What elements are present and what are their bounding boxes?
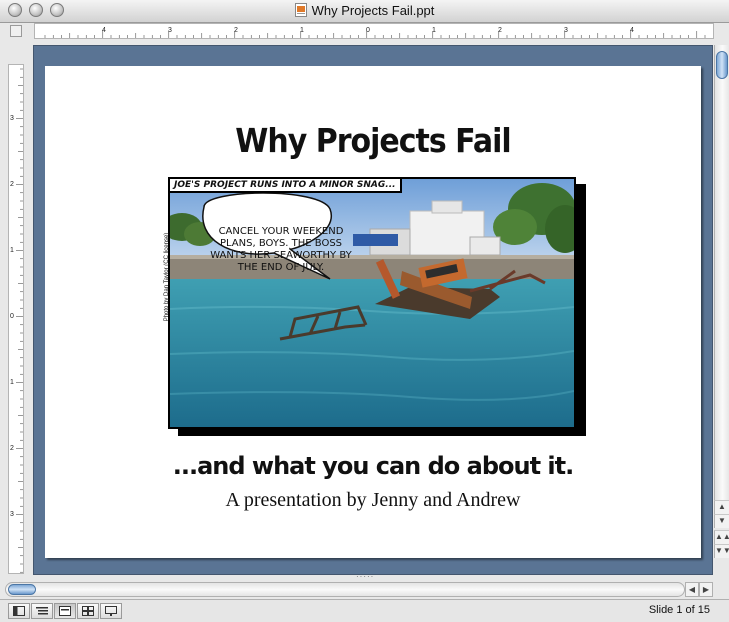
slide-show-icon: [105, 606, 117, 616]
next-slide-button[interactable]: ▼▼: [714, 544, 729, 558]
normal-view-button[interactable]: [8, 603, 30, 619]
vertical-ruler-label: 1: [10, 247, 14, 254]
vertical-ruler-label: 3: [10, 511, 14, 518]
photo-illustration: [170, 179, 574, 427]
vertical-ruler-label: 1: [10, 379, 14, 386]
photo-caption: JOE'S PROJECT RUNS INTO A MINOR SNAG...: [170, 179, 402, 193]
vertical-scrollbar[interactable]: [714, 45, 729, 515]
slide-sorter-view-icon: [82, 606, 94, 616]
photo-credit-text: Photo by Dan Taylor (CC license): [164, 232, 170, 322]
slide-sorter-view-button[interactable]: [77, 603, 99, 619]
vertical-ruler-ticks: 3 2 1 0 1 2 3: [10, 68, 23, 573]
horizontal-ruler-label: 2: [234, 27, 238, 34]
window-title: Why Projects Fail.ppt: [0, 3, 729, 18]
horizontal-ruler[interactable]: 4 3 2 1 0 1 2 3 4: [34, 23, 714, 39]
horizontal-scroll-thumb[interactable]: [8, 584, 36, 595]
photo-credit: Photo by Dan Taylor (CC license): [157, 211, 170, 351]
horizontal-ruler-label: 4: [102, 27, 106, 34]
vertical-ruler-label: 0: [10, 313, 14, 320]
vertical-ruler-label: 3: [10, 115, 14, 122]
sinking-boat-photo[interactable]: JOE'S PROJECT RUNS INTO A MINOR SNAG...: [168, 177, 576, 429]
horizontal-ruler-label: 3: [168, 27, 172, 34]
slide-show-button[interactable]: [100, 603, 122, 619]
slide-editing-area[interactable]: Why Projects Fail JOE'S PROJECT RUNS INT…: [33, 45, 713, 575]
slide-view-icon: [59, 606, 71, 616]
outline-view-button[interactable]: [31, 603, 53, 619]
scroll-right-button[interactable]: ▶: [699, 582, 713, 597]
horizontal-ruler-label: 1: [300, 27, 304, 34]
slide-byline[interactable]: A presentation by Jenny and Andrew: [45, 489, 701, 512]
vertical-ruler[interactable]: 3 2 1 0 1 2 3: [8, 64, 24, 574]
scroll-down-button[interactable]: ▼: [714, 514, 729, 528]
slide-title[interactable]: Why Projects Fail: [45, 122, 701, 161]
window-title-text: Why Projects Fail.ppt: [311, 3, 435, 18]
horizontal-ruler-label: 1: [432, 27, 436, 34]
powerpoint-document-icon: [294, 3, 307, 17]
vertical-ruler-label: 2: [10, 445, 14, 452]
slide-canvas[interactable]: Why Projects Fail JOE'S PROJECT RUNS INT…: [45, 66, 701, 558]
scroll-left-button[interactable]: ◀: [685, 582, 699, 597]
horizontal-ruler-ticks: 4 3 2 1 0 1 2 3 4: [44, 27, 706, 38]
window-title-bar: Why Projects Fail.ppt: [0, 0, 729, 23]
outline-view-icon: [36, 607, 48, 615]
pane-resize-grip[interactable]: ·····: [356, 573, 376, 581]
previous-slide-button[interactable]: ▲▲: [714, 530, 729, 544]
horizontal-ruler-label: 2: [498, 27, 502, 34]
speech-bubble-text: CANCEL YOUR WEEKEND PLANS, BOYS. THE BOS…: [210, 226, 352, 273]
status-bar: Slide 1 of 15: [0, 599, 729, 622]
horizontal-scrollbar[interactable]: [5, 582, 685, 597]
vertical-ruler-label: 2: [10, 181, 14, 188]
horizontal-ruler-label: 3: [564, 27, 568, 34]
normal-view-icon: [13, 606, 25, 616]
ruler-corner[interactable]: [10, 25, 22, 37]
vertical-scroll-thumb[interactable]: [716, 51, 728, 79]
slide-subtitle[interactable]: ...and what you can do about it.: [45, 452, 701, 480]
slide-view-button[interactable]: [54, 603, 76, 619]
horizontal-ruler-label: 4: [630, 27, 634, 34]
scroll-up-button[interactable]: ▲: [714, 500, 729, 514]
slide-counter: Slide 1 of 15: [648, 604, 710, 616]
horizontal-ruler-label: 0: [366, 27, 370, 34]
